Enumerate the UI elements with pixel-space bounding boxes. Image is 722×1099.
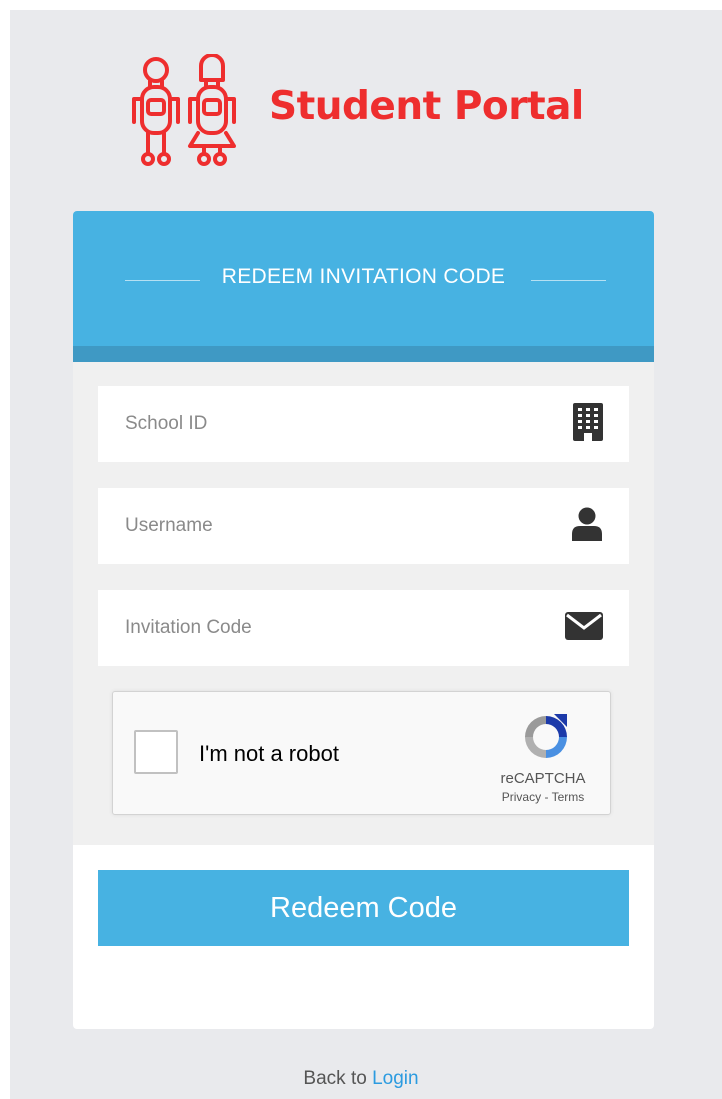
window-edge [0, 0, 10, 1099]
recaptcha-separator: - [541, 790, 552, 804]
username-input[interactable] [98, 488, 558, 564]
login-link[interactable]: Login [372, 1068, 419, 1089]
username-field [98, 488, 629, 564]
recaptcha-terms-link[interactable]: Terms [552, 790, 585, 804]
invitation-code-field [98, 590, 629, 666]
recaptcha-checkbox[interactable] [134, 730, 178, 774]
redeem-card: REDEEM INVITATION CODE School ID Usernam… [73, 211, 654, 1029]
building-icon [573, 403, 603, 445]
recaptcha-privacy-link[interactable]: Privacy [502, 790, 541, 804]
school-id-field [98, 386, 629, 462]
students-icon [132, 54, 236, 166]
recaptcha-label: I'm not a robot [199, 741, 339, 766]
brand-logo: Student Portal [128, 54, 598, 170]
recaptcha-links: Privacy - Terms [491, 790, 595, 804]
footer-text: Back to [303, 1068, 373, 1089]
card-header-bar [73, 346, 654, 362]
card-title: REDEEM INVITATION CODE [221, 265, 506, 288]
form-area: I'm not a robot reCAPTCHA Privacy - Term… [73, 362, 654, 845]
invitation-code-input[interactable] [98, 590, 558, 666]
recaptcha-widget: I'm not a robot reCAPTCHA Privacy - Term… [112, 691, 611, 815]
redeem-code-button[interactable]: Redeem Code [98, 870, 629, 946]
recaptcha-logo-icon [519, 710, 573, 768]
recaptcha-brand: reCAPTCHA [500, 770, 586, 787]
card-header: REDEEM INVITATION CODE [73, 211, 654, 346]
user-icon [571, 507, 603, 545]
envelope-icon [565, 612, 603, 644]
brand-title: Student Portal [269, 84, 584, 129]
header-divider-right [531, 280, 606, 281]
footer: Back to Login [0, 1068, 722, 1090]
school-id-input[interactable] [98, 386, 558, 462]
